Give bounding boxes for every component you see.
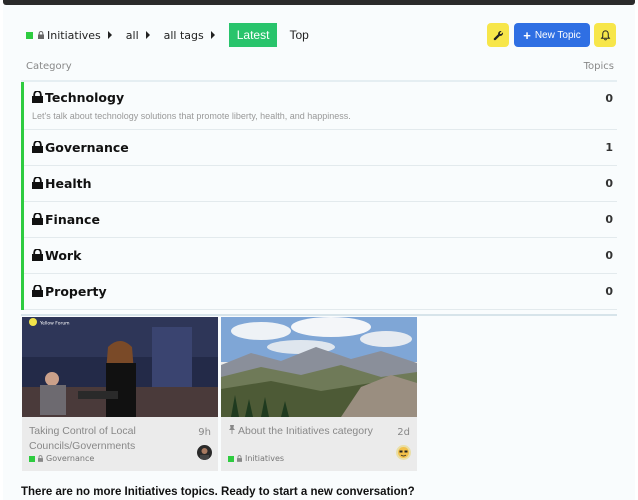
category-row-finance[interactable]: Finance 0 bbox=[24, 202, 617, 238]
topic-count: 0 bbox=[605, 249, 613, 262]
subcategory-breadcrumb-label: all bbox=[125, 28, 139, 42]
topic-age: 2d bbox=[397, 427, 410, 438]
topic-count: 0 bbox=[605, 177, 613, 190]
category-description: Let's talk about technology solutions th… bbox=[32, 111, 351, 121]
topic-thumbnail-landscape bbox=[221, 317, 417, 417]
lock-icon bbox=[237, 455, 242, 462]
subcategory-breadcrumb[interactable]: all bbox=[126, 23, 150, 47]
lock-icon bbox=[38, 455, 43, 462]
category-breadcrumb[interactable]: Initiatives bbox=[26, 23, 112, 47]
tab-top[interactable]: Top bbox=[281, 23, 316, 47]
bell-icon bbox=[600, 26, 611, 45]
avatar[interactable] bbox=[197, 445, 212, 460]
category-name: Technology bbox=[45, 90, 125, 105]
notification-bell-button[interactable] bbox=[594, 23, 616, 47]
topic-title[interactable]: About the Initiatives category bbox=[228, 424, 388, 439]
wrench-icon bbox=[493, 26, 504, 45]
tab-latest[interactable]: Latest bbox=[228, 23, 278, 47]
topic-category-badge[interactable]: Governance bbox=[29, 454, 94, 463]
topic-count: 0 bbox=[605, 213, 613, 226]
category-row-property[interactable]: Property 0 bbox=[24, 274, 617, 310]
topic-count: 1 bbox=[605, 141, 613, 154]
category-name: Work bbox=[45, 248, 82, 263]
topic-category-label: Governance bbox=[46, 454, 95, 463]
tags-breadcrumb-label: all tags bbox=[163, 28, 204, 42]
caret-right-icon bbox=[210, 31, 215, 39]
topic-category-badge[interactable]: Initiatives bbox=[228, 454, 284, 463]
topic-title[interactable]: Taking Control of Local Councils/Governm… bbox=[29, 424, 189, 454]
category-color-swatch bbox=[228, 455, 234, 462]
topic-age: 9h bbox=[198, 427, 211, 438]
category-list: Technology Let's talk about technology s… bbox=[21, 82, 617, 310]
category-color-swatch bbox=[29, 455, 35, 462]
category-name: Property bbox=[45, 284, 107, 299]
topics-column-header: Topics bbox=[583, 61, 614, 72]
new-topic-button[interactable]: + New Topic bbox=[514, 23, 590, 47]
category-column-header: Category bbox=[26, 61, 72, 72]
topic-title-text: About the Initiatives category bbox=[238, 425, 373, 437]
lock-icon bbox=[32, 176, 45, 191]
lock-icon bbox=[32, 140, 45, 155]
tags-breadcrumb[interactable]: all tags bbox=[164, 23, 215, 47]
topic-category-label: Initiatives bbox=[245, 454, 285, 463]
new-topic-label: New Topic bbox=[534, 29, 581, 41]
category-name: Finance bbox=[45, 212, 100, 227]
category-table-header: Category Topics bbox=[26, 61, 614, 72]
category-row-technology[interactable]: Technology Let's talk about technology s… bbox=[24, 82, 617, 130]
category-name: Governance bbox=[45, 140, 129, 155]
pin-icon bbox=[228, 424, 236, 439]
thumbnail-caption: Yellow Forum bbox=[39, 321, 70, 327]
category-row-health[interactable]: Health 0 bbox=[24, 166, 617, 202]
caret-right-icon bbox=[145, 31, 150, 39]
lock-icon bbox=[38, 29, 44, 42]
topic-thumbnail-video: Yellow Forum bbox=[22, 317, 218, 417]
admin-wrench-button[interactable] bbox=[487, 23, 509, 47]
topic-count: 0 bbox=[605, 92, 613, 105]
topic-count: 0 bbox=[605, 285, 613, 298]
category-row-work[interactable]: Work 0 bbox=[24, 238, 617, 274]
avatar[interactable] bbox=[396, 445, 411, 460]
lock-icon bbox=[32, 284, 45, 299]
plus-icon: + bbox=[523, 27, 531, 43]
topic-card-about-initiatives[interactable]: About the Initiatives category 2d Initia… bbox=[221, 317, 417, 471]
category-breadcrumb-label: Initiatives bbox=[47, 28, 101, 42]
topic-card-local-councils[interactable]: Yellow Forum Taking Control of Local Cou… bbox=[22, 317, 218, 471]
category-color-swatch bbox=[26, 31, 33, 39]
no-more-topics-message: There are no more Initiatives topics. Re… bbox=[21, 486, 415, 498]
category-list-divider bbox=[21, 314, 617, 316]
category-name: Health bbox=[45, 176, 92, 191]
caret-right-icon bbox=[107, 31, 112, 39]
lock-icon bbox=[32, 212, 45, 227]
category-row-governance[interactable]: Governance 1 bbox=[24, 130, 617, 166]
lock-icon bbox=[32, 248, 45, 263]
navigation-bar: Initiatives all all tags Latest Top bbox=[26, 23, 317, 47]
lock-icon bbox=[32, 90, 45, 105]
